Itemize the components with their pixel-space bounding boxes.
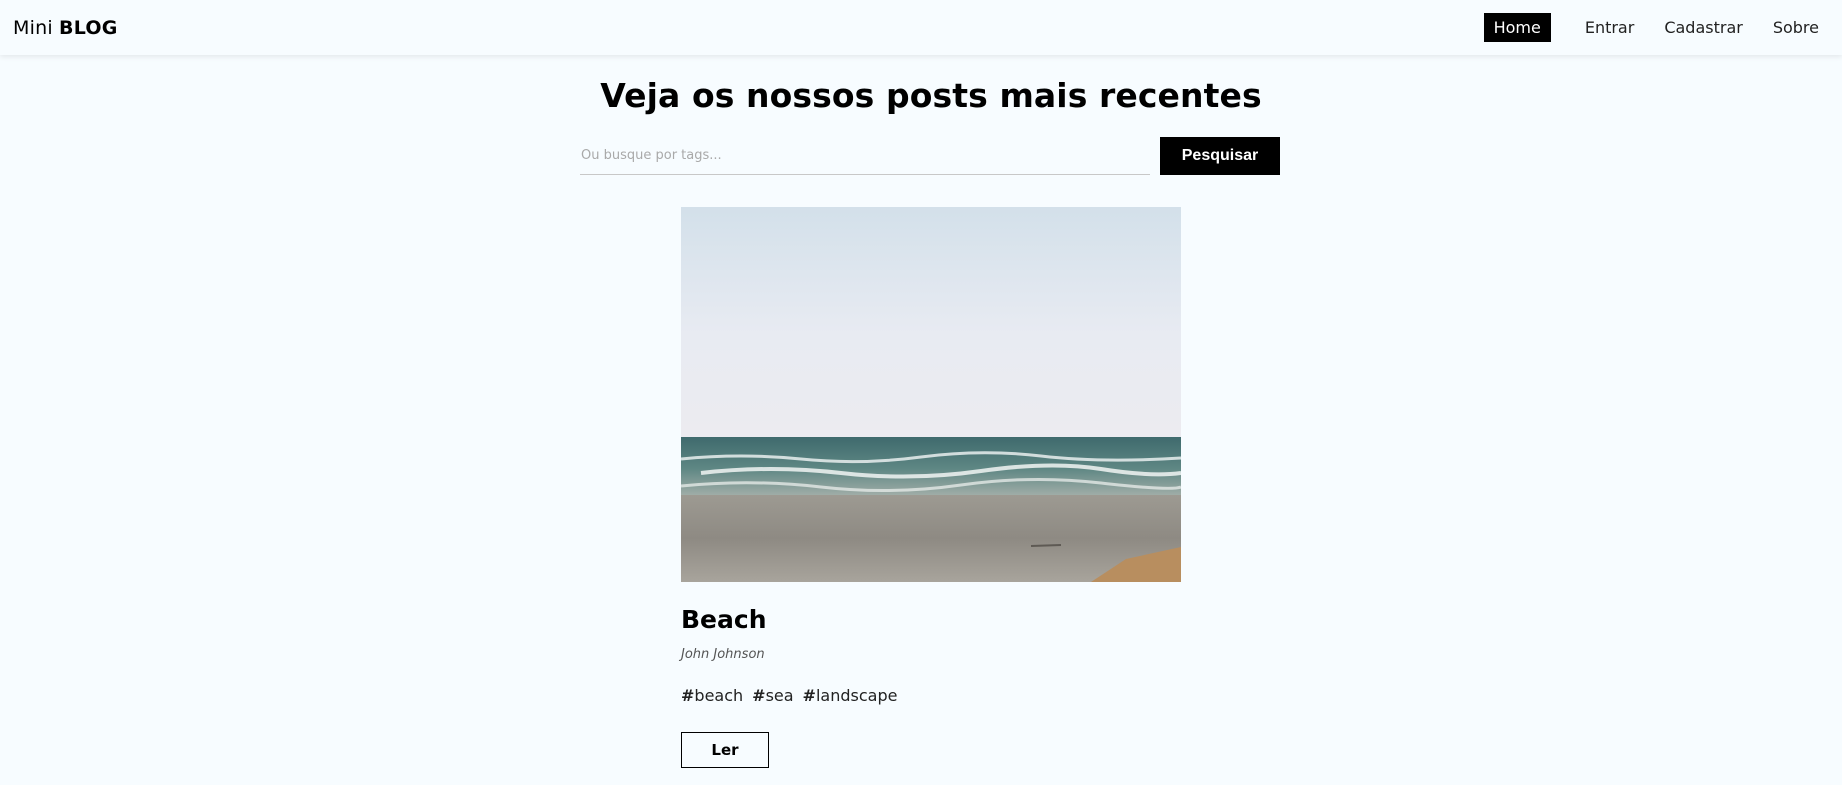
tag-item: #landscape (802, 686, 898, 705)
post-author: John Johnson (681, 647, 765, 662)
post-image (681, 207, 1181, 582)
page-title: Veja os nossos posts mais recentes (600, 76, 1262, 115)
nav-link-sobre[interactable]: Sobre (1763, 13, 1829, 42)
post-card: Beach John Johnson #beach #sea #landscap… (681, 207, 1181, 768)
post-title: Beach (681, 605, 767, 634)
brand-text-light: Mini (13, 16, 53, 39)
search-button[interactable]: Pesquisar (1160, 137, 1280, 175)
tag-item: #beach (681, 686, 744, 705)
search-form: Pesquisar (580, 137, 1280, 175)
tag-label: sea (765, 686, 794, 705)
nav-links: Home Entrar Cadastrar Sobre (1483, 13, 1829, 42)
beach-photo (681, 207, 1181, 582)
post-tags: #beach #sea #landscape (681, 686, 1181, 705)
nav-link-cadastrar[interactable]: Cadastrar (1654, 13, 1753, 42)
tag-label: beach (694, 686, 744, 705)
nav-link-entrar[interactable]: Entrar (1575, 13, 1644, 42)
read-post-button[interactable]: Ler (681, 732, 769, 768)
search-input[interactable] (580, 137, 1150, 175)
tag-item: #sea (752, 686, 794, 705)
navbar: Mini BLOG Home Entrar Cadastrar Sobre (0, 0, 1842, 55)
brand-logo[interactable]: Mini BLOG (13, 17, 118, 39)
brand-text-bold: BLOG (59, 16, 118, 39)
tag-label: landscape (815, 686, 898, 705)
nav-link-home[interactable]: Home (1483, 13, 1551, 42)
